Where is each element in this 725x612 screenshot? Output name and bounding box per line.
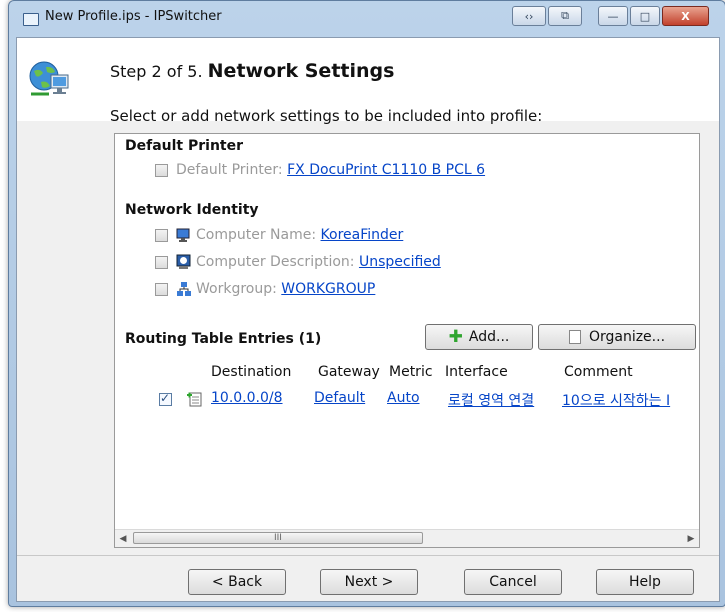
add-route-label: Add... <box>468 329 510 345</box>
route-metric[interactable]: Auto <box>387 390 420 406</box>
default-printer-row: Default Printer: FX DocuPrint C1110 B PC… <box>155 160 485 180</box>
workgroup-row: Workgroup: WORKGROUP <box>155 279 375 299</box>
ipswitcher-window: New Profile.ips - IPSwitcher ‹› ⧉ — □ X … <box>8 0 725 607</box>
workgroup-icon <box>176 281 192 297</box>
computer-description-link[interactable]: Unspecified <box>359 254 441 270</box>
organize-routes-label: Organize... <box>588 329 666 345</box>
instruction-text: Select or add network settings to be inc… <box>110 107 543 125</box>
column-header-destination[interactable]: Destination <box>211 364 291 380</box>
route-destination[interactable]: 10.0.0.0/8 <box>211 390 283 406</box>
computer-icon <box>176 227 192 243</box>
description-icon <box>176 254 192 270</box>
footer-divider <box>17 555 719 556</box>
scroll-grip: III <box>274 533 282 543</box>
window-icon <box>23 13 39 26</box>
add-route-button[interactable]: ✚ Add... <box>425 324 533 350</box>
column-header-gateway[interactable]: Gateway <box>318 364 380 380</box>
maximize-button[interactable]: □ <box>630 6 660 26</box>
step-heading: Step 2 of 5. Network Settings <box>110 60 394 82</box>
restore-layout-button[interactable]: ⧉ <box>548 6 582 26</box>
route-gateway[interactable]: Default <box>314 390 365 406</box>
organize-icon <box>568 330 581 344</box>
wizard-client-area: Step 2 of 5. Network Settings Select or … <box>16 37 720 602</box>
next-button[interactable]: Next > <box>320 569 418 595</box>
computer-name-label: Computer Name: <box>196 227 317 243</box>
minimize-button[interactable]: — <box>598 6 628 26</box>
horizontal-scrollbar[interactable]: ◀ III ▶ <box>115 529 699 547</box>
cancel-button[interactable]: Cancel <box>464 569 562 595</box>
computer-description-label: Computer Description: <box>196 254 355 270</box>
route-row-checkbox[interactable] <box>159 391 172 406</box>
close-button[interactable]: X <box>662 6 709 26</box>
route-interface[interactable]: 로컬 영역 연결 <box>448 390 534 410</box>
help-nav-button[interactable]: ‹› <box>512 6 546 26</box>
routing-table-heading: Routing Table Entries (1) <box>125 331 322 347</box>
organize-routes-button[interactable]: Organize... <box>538 324 696 350</box>
workgroup-link[interactable]: WORKGROUP <box>281 281 375 297</box>
workgroup-label: Workgroup: <box>196 281 277 297</box>
computer-description-checkbox[interactable] <box>155 255 168 269</box>
computer-description-row: Computer Description: Unspecified <box>155 252 441 272</box>
computer-name-checkbox[interactable] <box>155 228 168 242</box>
scroll-left-icon[interactable]: ◀ <box>115 530 131 547</box>
computer-name-row: Computer Name: KoreaFinder <box>155 225 403 245</box>
default-printer-heading: Default Printer <box>125 138 244 154</box>
network-identity-heading: Network Identity <box>125 202 259 218</box>
route-comment[interactable]: 10으로 시작하는 I <box>562 390 694 410</box>
network-globe-icon <box>29 61 69 96</box>
default-printer-link[interactable]: FX DocuPrint C1110 B PCL 6 <box>287 162 485 178</box>
scroll-right-icon[interactable]: ▶ <box>683 530 699 547</box>
step-title: Network Settings <box>207 60 395 82</box>
settings-panel[interactable]: Default Printer Default Printer: FX Docu… <box>114 133 700 548</box>
workgroup-checkbox[interactable] <box>155 282 168 296</box>
default-printer-checkbox[interactable] <box>155 163 168 177</box>
title-bar[interactable]: New Profile.ips - IPSwitcher ‹› ⧉ — □ X <box>9 1 725 33</box>
column-header-comment[interactable]: Comment <box>564 364 633 380</box>
default-printer-label: Default Printer: <box>176 162 283 178</box>
window-title: New Profile.ips - IPSwitcher <box>45 9 222 24</box>
column-header-interface[interactable]: Interface <box>445 364 508 380</box>
route-entry-icon <box>187 391 203 407</box>
plus-icon: ✚ <box>448 327 463 347</box>
help-button[interactable]: Help <box>596 569 694 595</box>
back-button[interactable]: < Back <box>188 569 286 595</box>
column-header-metric[interactable]: Metric <box>389 364 433 380</box>
scrollbar-thumb[interactable]: III <box>133 532 423 544</box>
computer-name-link[interactable]: KoreaFinder <box>321 227 404 243</box>
step-label: Step 2 of 5. <box>110 62 203 81</box>
